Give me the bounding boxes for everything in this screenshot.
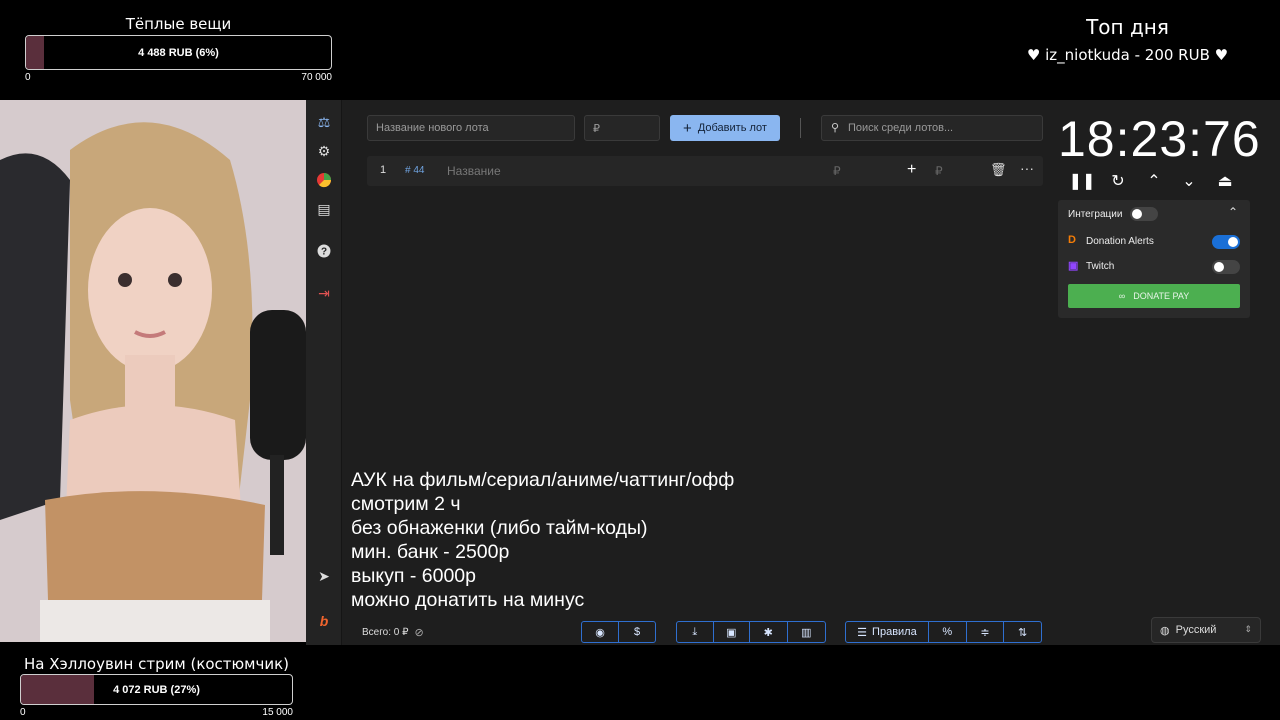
import-icon[interactable]: ▥ (788, 622, 825, 642)
donation-alerts-icon: D (1068, 234, 1076, 246)
file-actions-group: ⤓ ▣ ✱ ▥ (676, 621, 826, 643)
lot-amount-input[interactable]: ₽ (584, 115, 660, 141)
help-icon[interactable]: ? (314, 241, 334, 261)
eye-off-icon[interactable]: ⊘ (414, 626, 423, 639)
globe-icon: ◍ (1160, 624, 1170, 637)
sort-icon[interactable]: ⇅ (1004, 622, 1041, 642)
trash-icon[interactable]: 🗑 (990, 162, 1007, 178)
twitch-label: Twitch (1086, 261, 1115, 272)
language-value: Русский (1175, 624, 1217, 636)
split-icon[interactable]: ≑ (967, 622, 1005, 642)
lot-row: 1 # 44 Название ₽ + ₽ 🗑 ··· (367, 156, 1043, 186)
auction-app: ⚖ ⚙ ▤ ? ⇥ ➤ b Название нового лота ₽ + Д… (306, 100, 1280, 645)
goal-bottom-bar: 4 072 RUB (27%) (20, 674, 293, 705)
timer-display: 18:23:76 (1058, 111, 1261, 167)
goal-top-title: Тёплые вещи (125, 15, 232, 33)
links-group: ◉ $ (581, 621, 656, 643)
integrations-master-toggle[interactable] (1130, 207, 1158, 221)
list-icon: ☰ (857, 626, 868, 639)
chevron-up-icon[interactable]: ⌃ (1143, 170, 1165, 192)
integrations-panel: Интеграции ⌃ D Donation Alerts ▣ Twitch … (1058, 200, 1250, 318)
add-lot-button[interactable]: + Добавить лот (670, 115, 780, 141)
collapse-icon[interactable]: ⌃ (1228, 205, 1238, 219)
total-value: Всего: 0 ₽ (362, 627, 409, 638)
goal-top-bar: 4 488 RUB (6%) (25, 35, 332, 70)
lot-id: # 44 (405, 165, 425, 176)
dollar-icon[interactable]: $ (619, 622, 655, 642)
eject-icon[interactable]: ⏏ (1214, 170, 1236, 192)
github-icon[interactable]: ◉ (582, 622, 619, 642)
gavel-icon[interactable]: ⚖ (314, 112, 334, 132)
donate-pay-button[interactable]: ∞ DONATE PAY (1068, 284, 1240, 308)
donation-alerts-toggle[interactable] (1212, 235, 1240, 249)
more-icon[interactable]: ··· (1020, 160, 1034, 176)
integrations-title: Интеграции (1068, 209, 1123, 220)
search-icon: ⚲ (831, 122, 840, 134)
search-input[interactable]: ⚲ Поиск среди лотов... (821, 115, 1043, 141)
svg-text:?: ? (321, 247, 327, 258)
top-day-donor: ♥ iz_niotkuda - 200 RUB ♥ (1026, 46, 1229, 64)
donate-pay-label: DONATE PAY (1133, 291, 1190, 301)
goal-top-min: 0 (25, 72, 31, 83)
stream-info-text: АУК на фильм/сериал/аниме/чаттинг/офф см… (351, 469, 735, 611)
search-placeholder: Поиск среди лотов... (848, 122, 954, 134)
total-label: Всего: 0 ₽ ⊘ (362, 626, 424, 639)
infinity-icon: ∞ (1118, 291, 1126, 301)
rules-group: ☰ Правила % ≑ ⇅ (845, 621, 1042, 643)
add-lot-label: Добавить лот (697, 122, 767, 134)
add-amount-button[interactable]: + (907, 161, 916, 179)
rules-label: Правила (872, 626, 917, 638)
reset-icon[interactable]: ↻ (1107, 170, 1129, 192)
lot-extra-amount[interactable]: ₽ (935, 164, 943, 178)
clipboard-icon[interactable]: ▤ (314, 199, 334, 219)
chevron-down-icon[interactable]: ⌄ (1178, 170, 1200, 192)
telegram-icon[interactable]: ➤ (314, 566, 334, 586)
plus-icon: + (683, 119, 692, 137)
lot-name-input[interactable]: Название (447, 164, 501, 178)
logout-icon[interactable]: ⇥ (314, 283, 334, 303)
webcam-feed (0, 100, 306, 642)
goal-bottom-max: 15 000 (262, 707, 293, 718)
top-day-title: Топ дня (1086, 15, 1169, 39)
goal-bottom-title: На Хэллоувин стрим (костюмчик) (23, 655, 290, 673)
goal-bottom-label: 4 072 RUB (27%) (113, 683, 200, 696)
twitch-icon: ▣ (1068, 260, 1079, 272)
lot-amount: ₽ (833, 164, 841, 178)
language-select[interactable]: ◍ Русский ⇕ (1151, 617, 1261, 643)
rules-button[interactable]: ☰ Правила (846, 622, 929, 642)
donation-alerts-label: Donation Alerts (1086, 236, 1154, 247)
lot-index: 1 (380, 164, 387, 176)
twitch-toggle[interactable] (1212, 260, 1240, 274)
save-icon[interactable]: ▣ (714, 622, 751, 642)
boosty-icon[interactable]: b (314, 611, 334, 631)
new-lot-input[interactable]: Название нового лота (367, 115, 575, 141)
gear-icon[interactable]: ⚙ (314, 141, 334, 161)
pause-icon[interactable]: ❚❚ (1069, 170, 1096, 192)
side-rail: ⚖ ⚙ ▤ ? ⇥ ➤ b (306, 100, 342, 645)
download-icon[interactable]: ⤓ (677, 622, 714, 642)
updown-icon: ⇕ (1244, 624, 1252, 634)
goal-bottom-min: 0 (20, 707, 26, 718)
percent-icon[interactable]: % (929, 622, 967, 642)
toolbar-divider (800, 118, 801, 138)
goal-top-max: 70 000 (301, 72, 332, 83)
bug-icon[interactable]: ✱ (750, 622, 788, 642)
wheel-icon[interactable] (314, 170, 334, 190)
goal-top-label: 4 488 RUB (6%) (138, 46, 219, 59)
